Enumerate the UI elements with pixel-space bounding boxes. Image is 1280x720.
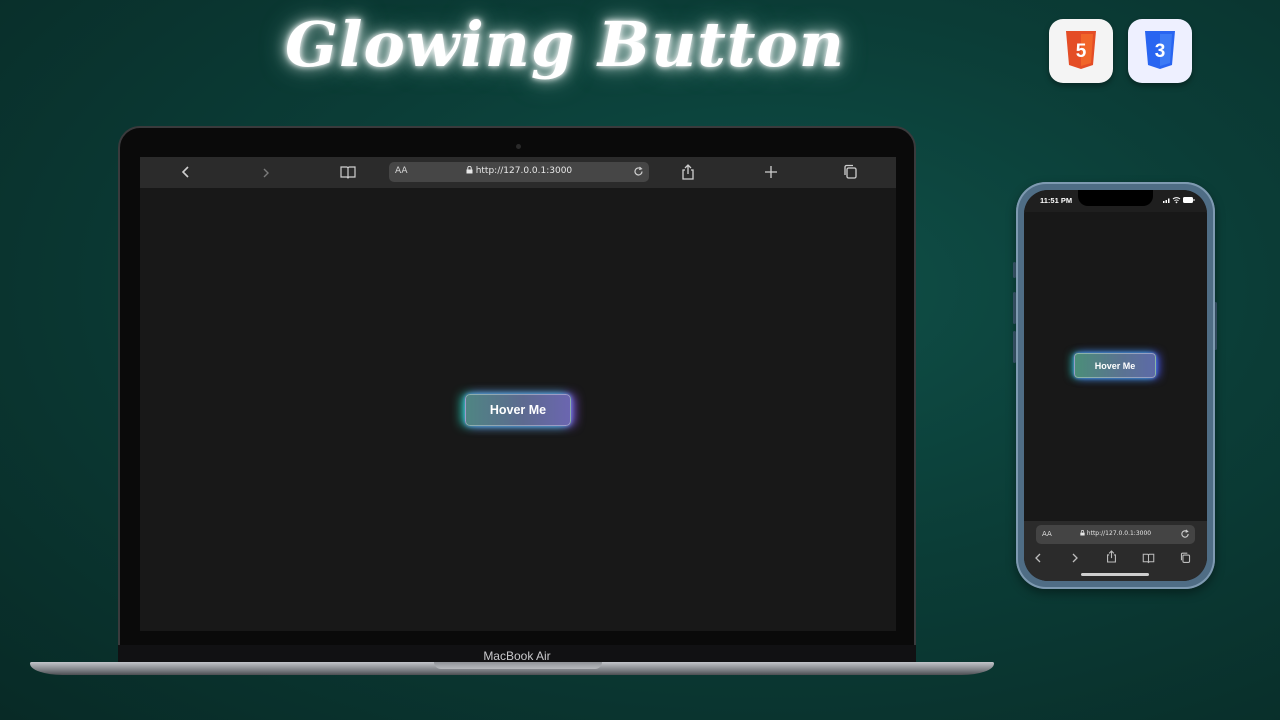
css3-label: 3	[1155, 41, 1166, 62]
lock-icon	[466, 165, 473, 174]
mobile-tabs-icon[interactable]	[1180, 552, 1191, 564]
mobile-address-bar[interactable]: AA http://127.0.0.1:3000	[1036, 525, 1195, 544]
laptop-screen: AA http://127.0.0.1:3000 Hover Me	[140, 157, 896, 631]
home-indicator[interactable]	[1081, 573, 1149, 576]
css3-badge: 3	[1128, 19, 1192, 83]
mobile-url-text: http://127.0.0.1:3000	[1086, 530, 1152, 537]
browser-toolbar: AA http://127.0.0.1:3000	[140, 157, 896, 188]
iphone-mockup: 11:51 PM Hover Me AA http://127.0.0.1:30…	[1016, 182, 1215, 589]
hover-me-button-mobile[interactable]: Hover Me	[1074, 353, 1156, 378]
mobile-back-icon[interactable]	[1034, 552, 1044, 564]
signal-battery-icon	[1163, 197, 1195, 204]
html5-icon: 5	[1066, 31, 1096, 69]
url-text: http://127.0.0.1:3000	[475, 166, 573, 176]
reload-icon[interactable]	[633, 166, 644, 177]
camera-dot	[516, 144, 521, 149]
html5-label: 5	[1076, 41, 1087, 62]
mobile-nav-bar	[1024, 550, 1207, 568]
forward-icon[interactable]	[260, 166, 272, 182]
url-display: http://127.0.0.1:3000	[389, 165, 649, 176]
phone-notch	[1078, 190, 1153, 206]
macbook-mockup: AA http://127.0.0.1:3000 Hover Me	[118, 126, 916, 666]
bookmarks-icon[interactable]	[340, 164, 356, 180]
address-bar[interactable]: AA http://127.0.0.1:3000	[389, 162, 649, 182]
page-title: Glowing Button	[285, 8, 845, 81]
mobile-share-icon[interactable]	[1106, 550, 1117, 563]
css3-icon: 3	[1145, 31, 1175, 69]
hover-me-button[interactable]: Hover Me	[465, 394, 571, 426]
mobile-lock-icon	[1080, 530, 1085, 536]
laptop-hinge-notch	[434, 662, 602, 669]
mobile-reload-icon[interactable]	[1180, 529, 1190, 539]
new-tab-icon[interactable]	[764, 164, 778, 180]
tabs-icon[interactable]	[843, 164, 858, 180]
mobile-url-display: http://127.0.0.1:3000	[1036, 530, 1195, 537]
mobile-forward-icon[interactable]	[1070, 552, 1080, 564]
mobile-browser-bar: AA http://127.0.0.1:3000	[1024, 521, 1207, 581]
phone-screen: 11:51 PM Hover Me AA http://127.0.0.1:30…	[1024, 190, 1207, 581]
back-icon[interactable]	[180, 164, 192, 180]
device-label: MacBook Air	[483, 649, 551, 663]
html5-badge: 5	[1049, 19, 1113, 83]
status-time: 11:51 PM	[1040, 196, 1073, 205]
mobile-bookmarks-icon[interactable]	[1142, 552, 1155, 564]
share-icon[interactable]	[681, 164, 695, 180]
